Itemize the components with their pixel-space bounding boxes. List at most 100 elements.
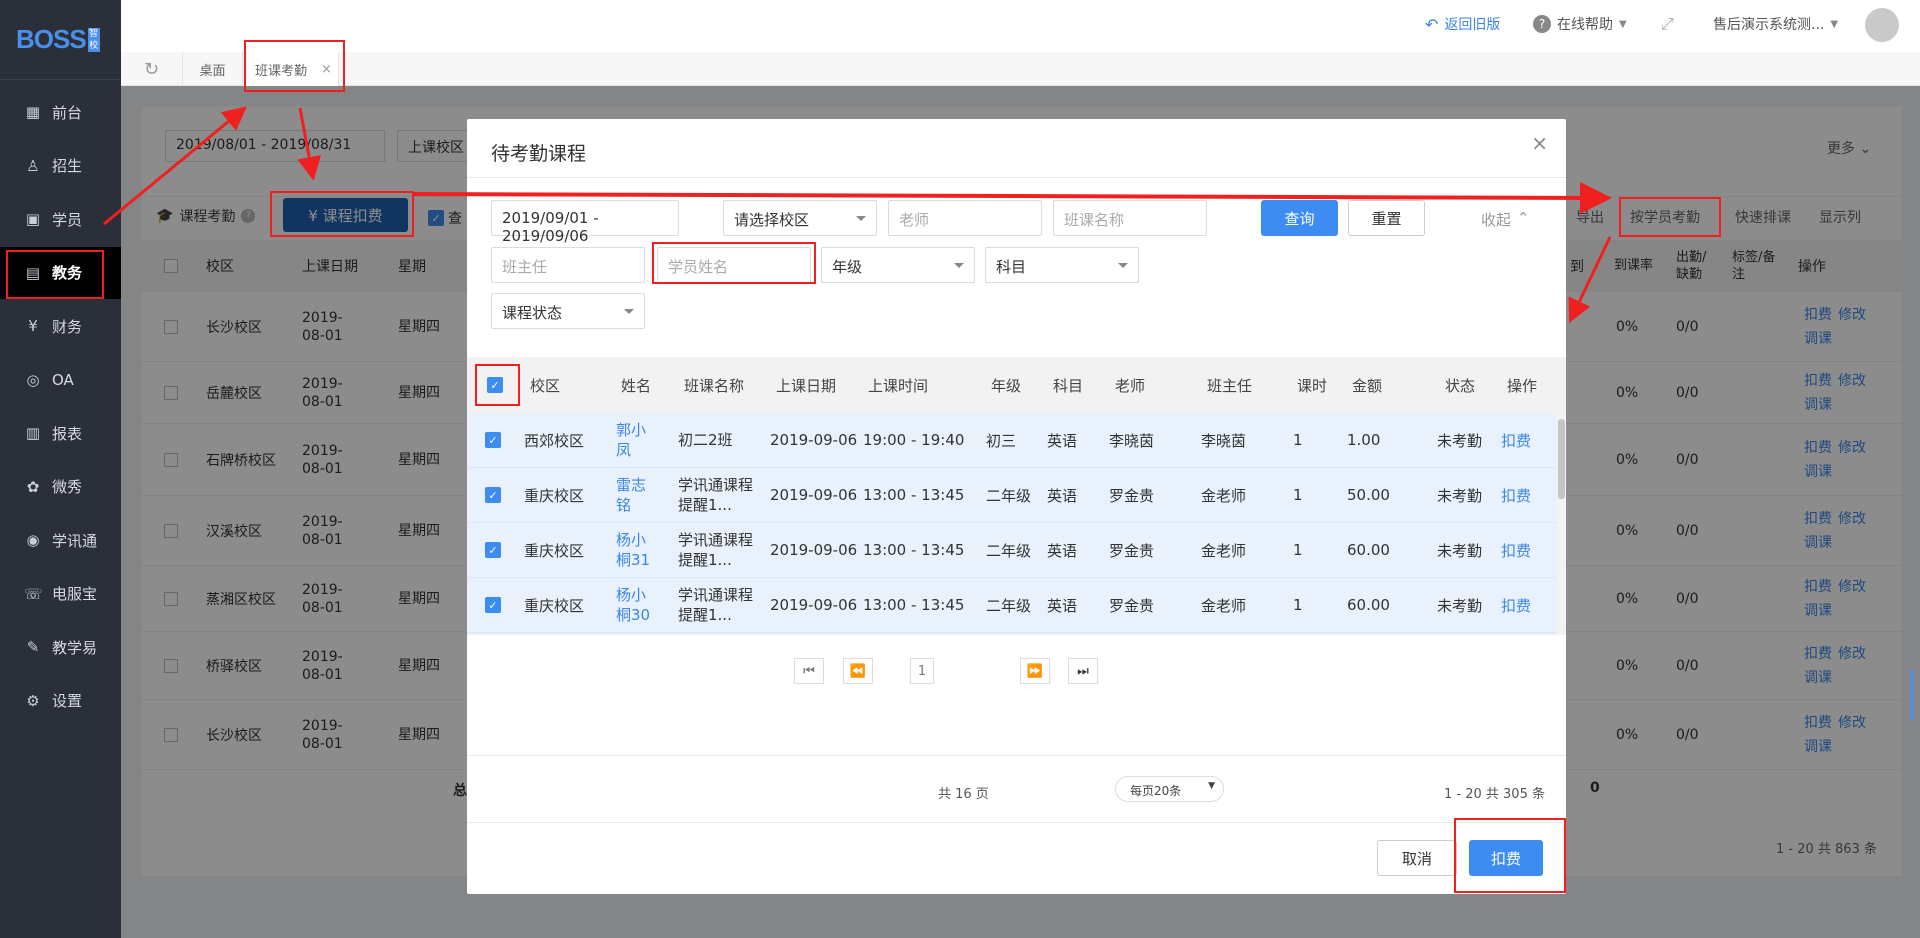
prev-page-icon[interactable]: ⏪ xyxy=(843,658,873,684)
cell-subject: 英语 xyxy=(1047,633,1077,635)
sidebar-item-label: 报表 xyxy=(52,424,83,443)
cell-time: 13:00 - 13:45 xyxy=(863,633,964,635)
sidebar-item-6[interactable]: ▥ 报表 xyxy=(0,407,121,459)
tab-desk[interactable]: 桌面 xyxy=(183,52,243,86)
row-checkbox-cell: ✓ xyxy=(485,578,501,632)
help-icon: ? xyxy=(1533,15,1551,33)
close-icon[interactable]: × xyxy=(1531,131,1548,155)
campus-select[interactable]: 请选择校区 xyxy=(723,200,877,236)
subject-select[interactable]: 科目 xyxy=(985,247,1139,283)
collapse-toggle[interactable]: 收起 ⌃ xyxy=(1481,209,1530,230)
confirm-charge-button[interactable]: 扣费 xyxy=(1469,840,1543,876)
grade-select[interactable]: 年级 xyxy=(821,247,975,283)
table-row[interactable]: ✓ 重庆校区 雷志铭 学讯通课程提醒1... 2019-09-06 13:00 - 13:… xyxy=(467,468,1557,523)
cancel-button[interactable]: 取消 xyxy=(1377,840,1457,876)
cell-date: 2019-09-06 xyxy=(770,541,858,559)
tab-class-attendance[interactable]: 班课考勤 × xyxy=(243,52,339,86)
divider xyxy=(467,755,1566,756)
yen-icon: ¥ xyxy=(28,317,38,335)
student-name-link[interactable]: 杨小桐29 xyxy=(616,633,656,635)
tab-bar: ↻ 桌面 班课考勤 × xyxy=(121,52,1920,86)
chevron-down-icon: ▼ xyxy=(1619,18,1627,30)
sidebar-item-1[interactable]: ♙ 招生 xyxy=(0,140,121,192)
cell-amount: 50.00 xyxy=(1347,486,1390,504)
row-checkbox[interactable]: ✓ xyxy=(485,542,501,558)
sidebar-item-3[interactable]: ▤ 教务 xyxy=(0,246,121,299)
student-name-input[interactable]: 学员姓名 xyxy=(657,247,811,283)
query-button[interactable]: 查询 xyxy=(1261,200,1338,236)
close-icon[interactable]: × xyxy=(321,62,332,77)
class-name-input[interactable]: 班课名称 xyxy=(1053,200,1207,236)
th-class: 班课名称 xyxy=(684,376,745,395)
row-checkbox[interactable]: ✓ xyxy=(485,432,501,448)
row-checkbox-cell: ✓ xyxy=(485,523,501,577)
th-campus: 校区 xyxy=(530,376,561,395)
show-icon: ✿ xyxy=(26,477,40,496)
sidebar-item-4[interactable]: ¥ 财务 xyxy=(0,300,121,352)
refresh-icon[interactable]: ↻ xyxy=(121,52,183,86)
phone-service-icon: ☏ xyxy=(24,584,43,603)
subject-select-label: 科目 xyxy=(996,258,1027,276)
sidebar-item-11[interactable]: ⚙ 设置 xyxy=(0,675,121,727)
student-name-link[interactable]: 雷志铭 xyxy=(616,468,656,522)
cell-amount: 60.00 xyxy=(1347,541,1390,559)
cell-grade: 二年级 xyxy=(986,486,1032,505)
table-row[interactable]: ✓ 重庆校区 杨小桐31 学讯通课程提醒1... 2019-09-06 13:00 - 1… xyxy=(467,523,1557,578)
row-checkbox[interactable]: ✓ xyxy=(485,487,501,503)
table-row[interactable]: ✓ 重庆校区 杨小桐30 学讯通课程提醒1... 2019-09-06 13:00 - 1… xyxy=(467,578,1557,633)
student-name-link[interactable]: 杨小桐31 xyxy=(616,523,656,577)
teacher-input[interactable]: 老师 xyxy=(888,200,1042,236)
sidebar: BOSS 智校 ▦ 前台 ♙ 招生 ▣ 学员 ▤ 教务 ¥ 财务 ◎ OA ▥ 报表 ✿ 微秀 ◉ 学讯通 ☏ 电服宝… xyxy=(0,0,121,938)
cell-date: 2019-09-06 xyxy=(770,633,857,635)
cell-head: 金老师 xyxy=(1201,486,1247,505)
scrollbar-thumb[interactable] xyxy=(1558,419,1565,499)
cell-head: 金老师 xyxy=(1201,633,1246,635)
page-scrollbar[interactable] xyxy=(1911,670,1914,720)
cell-subject: 英语 xyxy=(1047,596,1078,615)
sidebar-item-7[interactable]: ✿ 微秀 xyxy=(0,461,121,513)
student-name-link[interactable]: 郭小凤 xyxy=(616,413,656,467)
date-range-input[interactable]: 2019/09/01 - 2019/09/06 xyxy=(491,200,679,245)
row-checkbox[interactable]: ✓ xyxy=(485,597,501,613)
fullscreen-icon[interactable]: ⤢ xyxy=(1661,14,1674,34)
cell-status: 未考勤 xyxy=(1437,486,1483,505)
th-grade: 年级 xyxy=(991,376,1022,395)
head-teacher-input[interactable]: 班主任 xyxy=(491,247,645,283)
next-page-icon[interactable]: ⏩ xyxy=(1020,658,1050,684)
charge-link[interactable]: 扣费 xyxy=(1501,413,1531,467)
th-status: 状态 xyxy=(1445,376,1476,395)
sidebar-item-2[interactable]: ▣ 学员 xyxy=(0,193,121,245)
charge-link[interactable]: 扣费 xyxy=(1501,578,1531,632)
chevron-down-icon xyxy=(954,263,964,268)
sidebar-item-8[interactable]: ◉ 学讯通 xyxy=(0,514,121,566)
page-number-input[interactable]: 1 xyxy=(910,658,934,684)
student-name-link[interactable]: 杨小桐30 xyxy=(616,578,656,632)
table-scrollbar[interactable] xyxy=(1557,413,1566,635)
sidebar-item-0[interactable]: ▦ 前台 xyxy=(0,86,121,138)
sidebar-item-10[interactable]: ✎ 教学易 xyxy=(0,621,121,673)
charge-link[interactable]: 扣费 xyxy=(1501,633,1531,635)
th-amount: 金额 xyxy=(1352,376,1383,395)
table-row[interactable]: ✓ 重庆校区 杨小桐29 学讯通课程提醒1... 2019-09-06 13:00 - 1… xyxy=(467,633,1557,635)
charge-link[interactable]: 扣费 xyxy=(1501,523,1531,577)
chevron-down-icon xyxy=(856,216,866,221)
table-row[interactable]: ✓ 西郊校区 郭小凤 初二2班 2019-09-06 19:00 - 19:40 初三 英语 李… xyxy=(467,413,1557,468)
sidebar-item-5[interactable]: ◎ OA xyxy=(0,354,121,406)
chevron-down-icon: ▼ xyxy=(1830,18,1839,30)
th-hours: 课时 xyxy=(1297,376,1328,395)
th-teacher: 老师 xyxy=(1115,376,1146,395)
course-status-select[interactable]: 课程状态 xyxy=(491,293,645,329)
back-icon: ↶ xyxy=(1425,14,1439,34)
back-old-version-link[interactable]: ↶ 返回旧版 xyxy=(1425,14,1500,34)
online-help-menu[interactable]: ? 在线帮助 ▼ xyxy=(1533,14,1627,34)
first-page-icon[interactable]: ⏮ xyxy=(794,658,824,684)
user-menu[interactable]: 售后演示系统测... ▼ xyxy=(1713,14,1838,34)
reset-button[interactable]: 重置 xyxy=(1348,200,1425,236)
last-page-icon[interactable]: ⏭ xyxy=(1068,658,1098,684)
avatar[interactable] xyxy=(1865,8,1899,42)
page-size-select[interactable]: 每页20条 ▼ xyxy=(1115,776,1224,802)
select-all-checkbox[interactable]: ✓ xyxy=(487,377,503,393)
sidebar-item-9[interactable]: ☏ 电服宝 xyxy=(0,568,121,620)
top-bar: ↶ 返回旧版 ? 在线帮助 ▼ ⤢ 售后演示系统测... ▼ xyxy=(121,0,1920,52)
charge-link[interactable]: 扣费 xyxy=(1501,468,1531,522)
